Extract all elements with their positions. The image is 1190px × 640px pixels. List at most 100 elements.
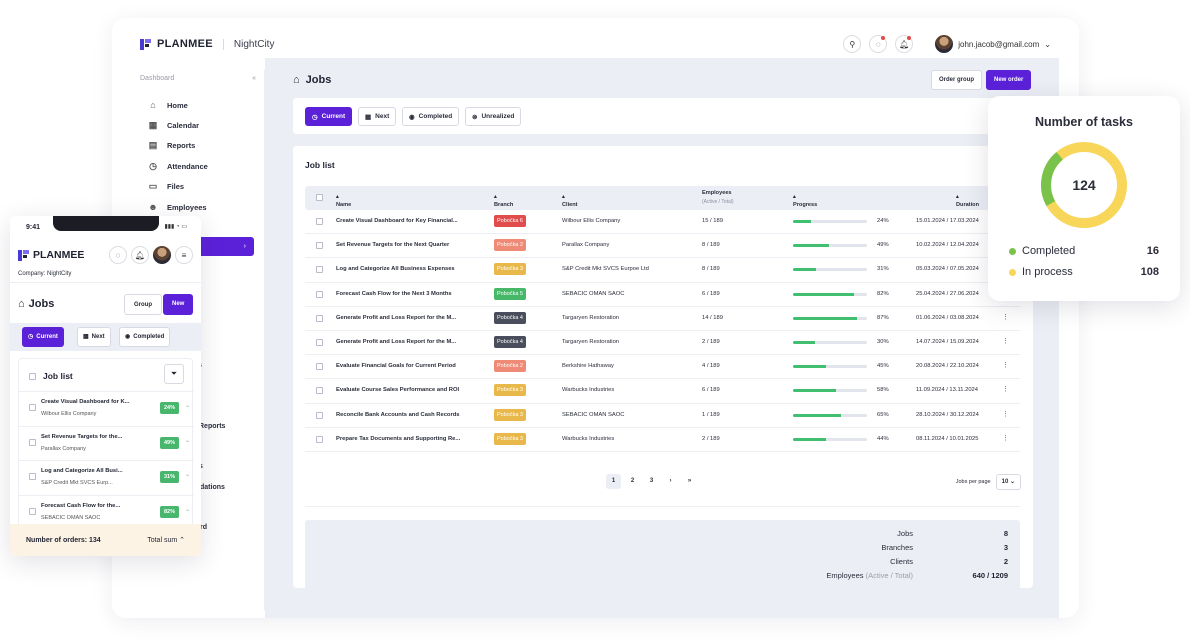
row-checkbox[interactable]	[316, 290, 323, 298]
per-page-select[interactable]: 10 ⌄	[995, 474, 1021, 490]
job-name[interactable]: Forecast Cash Flow for the Next 3 Months	[336, 291, 472, 297]
row-checkbox[interactable]	[316, 387, 323, 395]
more-icon[interactable]: ⋮	[1002, 313, 1009, 321]
table-row[interactable]: Prepare Tax Documents and Supporting Re.…	[305, 428, 1020, 452]
tab-next[interactable]: ▦ Next	[77, 327, 111, 347]
more-icon[interactable]: ⋮	[1002, 434, 1009, 442]
order-group-button[interactable]: Order group	[931, 70, 983, 90]
page-3[interactable]: 3	[644, 474, 659, 489]
job-name[interactable]: Evaluate Financial Goals for Current Per…	[336, 363, 472, 369]
sidebar-item-home[interactable]: ⌂ Home	[132, 95, 264, 115]
progress-value: 65%	[877, 411, 889, 418]
page-2[interactable]: 2	[625, 474, 640, 489]
select-all-checkbox[interactable]	[316, 194, 323, 201]
user-menu[interactable]: john.jacob@gmail.com ⌄	[935, 35, 1051, 53]
row-checkbox[interactable]	[316, 363, 323, 371]
tab-completed[interactable]: ◉ Completed	[402, 107, 460, 126]
col-employees[interactable]: Employees	[702, 190, 732, 196]
row-checkbox[interactable]	[316, 242, 323, 250]
new-order-button[interactable]: New order	[986, 70, 1032, 90]
job-name[interactable]: Generate Profit and Loss Report for the …	[336, 315, 472, 321]
sidebar-item-files[interactable]: ▭ Files	[132, 177, 264, 197]
tab-unrealized[interactable]: ⊗ Unrealized	[465, 107, 522, 126]
filter-button[interactable]: ⏷	[164, 364, 184, 384]
chevron-down-icon[interactable]: ⌄	[185, 402, 190, 409]
row-checkbox[interactable]	[316, 435, 323, 443]
more-icon[interactable]: ⋮	[1002, 410, 1009, 418]
table-row[interactable]: Evaluate Course Sales Performance and RO…	[305, 379, 1020, 404]
menu-button[interactable]: ≡	[175, 246, 193, 264]
table-row[interactable]: Log and Categorize All Business Expenses…	[305, 258, 1020, 283]
clock-icon: ◷	[28, 334, 34, 340]
table-row[interactable]: Forecast Cash Flow for the Next 3 Months…	[305, 283, 1020, 307]
page-1[interactable]: 1	[606, 474, 621, 489]
notifications-button[interactable]: 🔔︎	[131, 246, 149, 264]
table-row[interactable]: Generate Profit and Loss Report for the …	[305, 307, 1020, 331]
col-client[interactable]: Client ▴	[562, 194, 578, 208]
chevron-down-icon[interactable]: ⌄	[185, 506, 190, 513]
more-icon[interactable]: ⋮	[1002, 385, 1009, 393]
sidebar-icon: ◷	[149, 160, 157, 171]
row-checkbox[interactable]	[316, 339, 323, 346]
tenant-name[interactable]: NightCity	[222, 38, 274, 50]
col-branch[interactable]: Branch ▴	[494, 194, 513, 208]
job-name[interactable]: Evaluate Course Sales Performance and RO…	[336, 387, 472, 393]
messages-button[interactable]: ◌	[109, 246, 127, 264]
mobile-brand[interactable]: PLANMEE	[18, 249, 84, 261]
notifications-button[interactable]: 🔔︎	[895, 35, 914, 53]
sidebar-item-attendance[interactable]: ◷ Attendance	[132, 156, 264, 176]
more-icon[interactable]: ⋮	[1002, 337, 1009, 345]
progress-fill	[793, 220, 811, 223]
tab-current[interactable]: ◷ Current	[305, 107, 353, 126]
row-checkbox[interactable]	[29, 473, 36, 480]
sidebar-section-label: Dashboard	[140, 75, 175, 82]
chevron-down-icon[interactable]: ⌄	[185, 471, 190, 478]
sidebar-item-fragment[interactable]: rd	[200, 524, 207, 531]
row-checkbox[interactable]	[29, 438, 36, 446]
job-name[interactable]: Generate Profit and Loss Report for the …	[336, 339, 472, 345]
more-icon[interactable]: ⋮	[1002, 361, 1009, 369]
collapse-icon[interactable]: «	[252, 75, 256, 82]
table-row[interactable]: Create Visual Dashboard for Key Financia…	[305, 210, 1020, 235]
row-checkbox[interactable]	[316, 411, 323, 419]
row-checkbox[interactable]	[316, 218, 323, 225]
list-item[interactable]: Log and Categorize All Busi... S&P Credi…	[19, 460, 194, 494]
sidebar-item-fragment[interactable]: Reports	[199, 423, 225, 430]
search-button[interactable]: ⚲	[843, 35, 862, 53]
job-name[interactable]: Prepare Tax Documents and Supporting Re.…	[336, 436, 472, 442]
messages-button[interactable]: ◌	[869, 35, 888, 53]
table-row[interactable]: Evaluate Financial Goals for Current Per…	[305, 355, 1020, 380]
avatar[interactable]	[153, 246, 171, 264]
job-name[interactable]: Set Revenue Targets for the Next Quarter	[336, 242, 472, 248]
new-button[interactable]: New	[163, 294, 194, 315]
job-name[interactable]: Log and Categorize All Business Expenses	[336, 266, 472, 272]
sidebar-item-fragment[interactable]: dations	[200, 484, 225, 491]
last-page-icon[interactable]: »	[682, 474, 697, 489]
brand-logo[interactable]: PLANMEE	[140, 38, 213, 50]
job-name[interactable]: Create Visual Dashboard for Key Financia…	[336, 218, 472, 224]
total-sum-toggle[interactable]: Total sum ⌃	[147, 536, 185, 544]
list-item[interactable]: Create Visual Dashboard for K... Wilbour…	[19, 391, 194, 425]
col-progress[interactable]: Progress ▴	[793, 194, 817, 208]
table-row[interactable]: Set Revenue Targets for the Next Quarter…	[305, 234, 1020, 259]
chevron-down-icon[interactable]: ⌄	[185, 437, 190, 444]
next-page-icon[interactable]: ›	[663, 474, 678, 489]
sidebar-item-calendar[interactable]: ▦ Calendar	[132, 115, 264, 135]
tab-current[interactable]: ◷ Current	[22, 327, 64, 347]
col-name[interactable]: Name ▴	[336, 194, 351, 208]
job-name[interactable]: Reconcile Bank Accounts and Cash Records	[336, 412, 472, 418]
row-checkbox[interactable]	[316, 266, 323, 274]
group-button[interactable]: Group	[124, 294, 162, 315]
list-item[interactable]: Set Revenue Targets for the... Parallax …	[19, 425, 194, 460]
sidebar-item-employees[interactable]: ☻ Employees	[132, 197, 264, 217]
row-checkbox[interactable]	[316, 314, 323, 322]
row-checkbox[interactable]	[29, 507, 36, 515]
table-row[interactable]: Reconcile Bank Accounts and Cash Records…	[305, 404, 1020, 428]
row-checkbox[interactable]	[29, 404, 36, 411]
select-all-checkbox[interactable]	[29, 373, 36, 380]
table-row[interactable]: Generate Profit and Loss Report for the …	[305, 331, 1020, 356]
tab-next[interactable]: ▦ Next	[358, 107, 397, 126]
sidebar-item-reports[interactable]: ▤ Reports	[132, 136, 264, 156]
col-duration[interactable]: Duration ▴	[956, 194, 979, 208]
tab-completed[interactable]: ◉ Completed	[119, 327, 171, 347]
